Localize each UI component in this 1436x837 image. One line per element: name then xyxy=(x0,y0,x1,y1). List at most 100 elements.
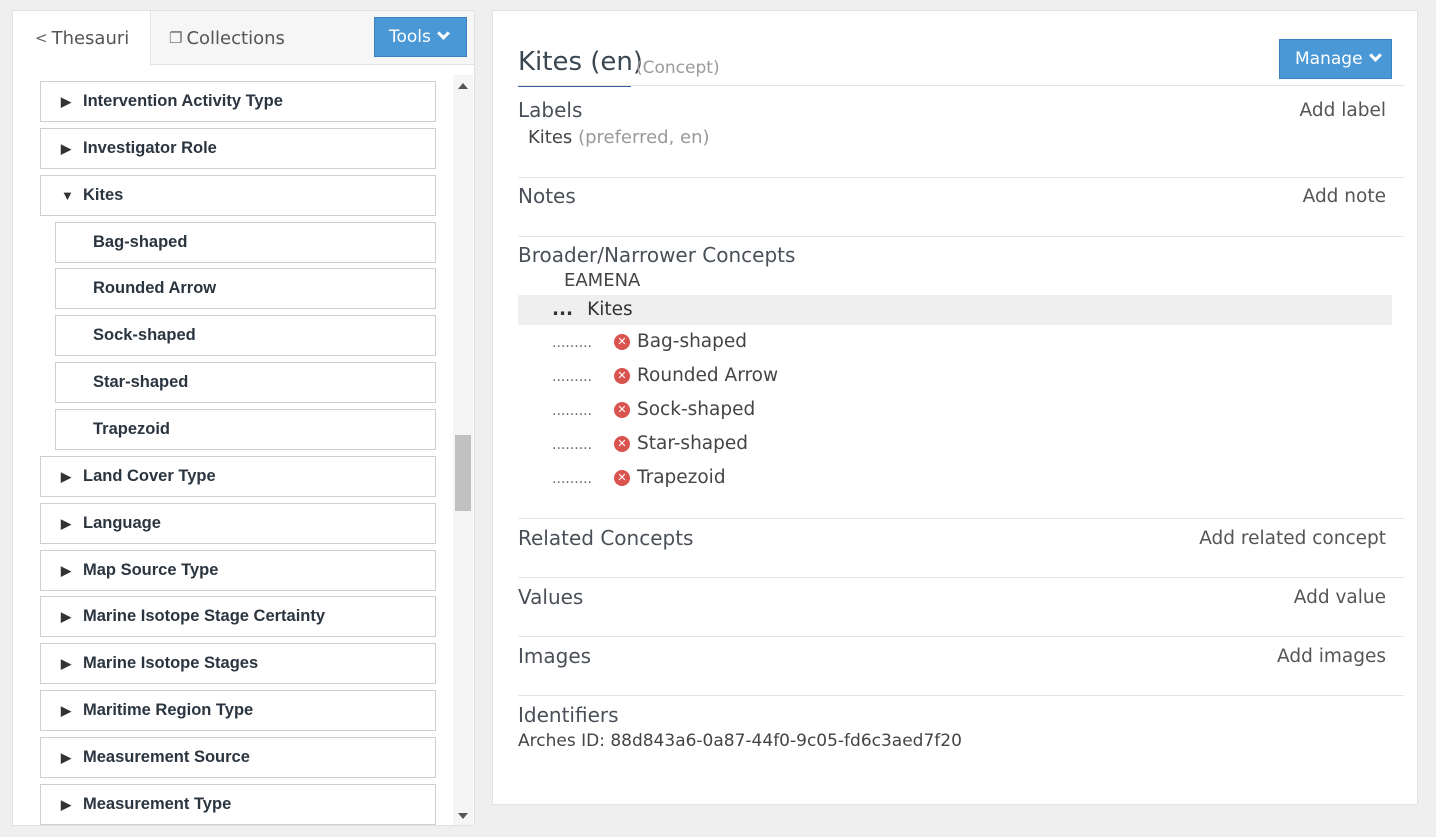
caret-right-icon[interactable]: ▶ xyxy=(61,82,83,121)
narrower-concept-name[interactable]: Trapezoid xyxy=(637,467,726,488)
concept-title: Kites (en) xyxy=(518,47,644,77)
tree-node-label: Trapezoid xyxy=(93,419,171,438)
tree-node[interactable]: ▶ Map Source Type xyxy=(40,549,436,591)
identifiers-heading: Identifiers xyxy=(518,703,619,727)
tree-node[interactable]: ▶ Language xyxy=(40,502,436,544)
caret-right-icon[interactable]: ▶ xyxy=(61,551,83,590)
tab-collections[interactable]: ❐ Collections xyxy=(165,11,285,65)
tree-node[interactable]: ▶ Measurement Source xyxy=(40,736,436,778)
tree-node-label: Map Source Type xyxy=(83,560,219,579)
broader-concept-eamena[interactable]: EAMENA xyxy=(564,270,640,291)
images-heading: Images xyxy=(518,644,592,668)
tree-scrollbar[interactable] xyxy=(453,75,473,825)
concept-type: (Concept) xyxy=(636,58,720,78)
narrower-concept-name[interactable]: Rounded Arrow xyxy=(637,365,778,386)
tab-thesauri-label: Thesauri xyxy=(51,28,130,49)
remove-icon[interactable]: ✕ xyxy=(614,469,630,486)
tree-node[interactable]: ▶ Intervention Activity Type xyxy=(40,81,436,122)
tree-node-label: Marine Isotope Stage Certainty xyxy=(83,607,326,626)
remove-icon[interactable]: ✕ xyxy=(614,401,630,418)
hierarchy-dots: ......... xyxy=(552,402,593,419)
tree-node-label: Bag-shaped xyxy=(93,232,188,251)
add-value-link[interactable]: Add value xyxy=(1294,587,1386,608)
current-concept-name: Kites xyxy=(587,299,633,320)
label-qualifier: (preferred, en) xyxy=(578,127,710,148)
tree-node[interactable]: ▼ Kites xyxy=(40,174,436,216)
tree-child-node[interactable]: Trapezoid xyxy=(55,408,436,450)
hierarchy-dots: ......... xyxy=(552,470,593,487)
tree-child-node[interactable]: Rounded Arrow xyxy=(55,268,436,310)
narrower-concept-row: ......... ✕ Sock-shaped xyxy=(552,395,755,425)
preferred-label: Kites (preferred, en) xyxy=(528,127,710,148)
narrower-concept-name[interactable]: Star-shaped xyxy=(637,433,748,454)
arches-id: Arches ID: 88d843a6-0a87-44f0-9c05-fd6c3… xyxy=(518,731,962,751)
divider xyxy=(518,636,1404,637)
tab-thesauri[interactable]: < Thesauri xyxy=(13,11,151,66)
scroll-down-icon[interactable] xyxy=(458,813,468,819)
caret-down-icon[interactable]: ▼ xyxy=(61,176,83,215)
caret-right-icon[interactable]: ▶ xyxy=(61,129,83,168)
add-note-link[interactable]: Add note xyxy=(1303,186,1386,207)
chevron-down-icon xyxy=(1368,49,1382,62)
caret-right-icon[interactable]: ▶ xyxy=(61,457,83,496)
tree-node-label: Kites xyxy=(83,185,124,204)
caret-right-icon[interactable]: ▶ xyxy=(61,691,83,730)
remove-icon[interactable]: ✕ xyxy=(614,367,630,384)
values-heading: Values xyxy=(518,585,584,609)
caret-right-icon[interactable]: ▶ xyxy=(61,785,83,824)
narrower-concept-row: ......... ✕ Rounded Arrow xyxy=(552,361,778,391)
tree-child-node[interactable]: Sock-shaped xyxy=(55,315,436,357)
caret-right-icon[interactable]: ▶ xyxy=(61,644,83,683)
label-text: Kites xyxy=(528,127,573,148)
tree-node[interactable]: ▶ Maritime Region Type xyxy=(40,690,436,732)
tree-child-node[interactable]: Bag-shaped xyxy=(55,221,436,263)
caret-right-icon[interactable]: ▶ xyxy=(61,738,83,777)
narrower-concept-row: ......... ✕ Bag-shaped xyxy=(552,327,747,357)
tree-child-node[interactable]: Star-shaped xyxy=(55,362,436,404)
add-label-link[interactable]: Add label xyxy=(1300,100,1386,121)
tree-node-label: Marine Isotope Stages xyxy=(83,654,259,673)
remove-icon[interactable]: ✕ xyxy=(614,334,630,350)
tree-node-label: Intervention Activity Type xyxy=(83,92,283,110)
tree-node-label: Language xyxy=(83,513,161,532)
caret-right-icon[interactable]: ▶ xyxy=(61,597,83,636)
remove-icon[interactable]: ✕ xyxy=(614,435,630,452)
chevron-down-icon xyxy=(437,27,450,40)
tree-node-label: Investigator Role xyxy=(83,138,217,157)
add-images-link[interactable]: Add images xyxy=(1277,646,1386,667)
caret-right-icon[interactable]: ▶ xyxy=(61,504,83,543)
tree-node-label: Measurement Type xyxy=(83,794,232,813)
divider xyxy=(518,577,1404,578)
narrower-concept-row: ......... ✕ Star-shaped xyxy=(552,429,748,459)
tree-node[interactable]: ▶ Measurement Type xyxy=(40,783,436,825)
tools-button-label: Tools xyxy=(389,27,431,47)
tree-node-label: Star-shaped xyxy=(93,373,189,392)
tree-node[interactable]: ▶ Land Cover Type xyxy=(40,455,436,497)
tab-collections-label: Collections xyxy=(186,28,285,49)
manage-button[interactable]: Manage xyxy=(1279,39,1392,79)
tree-node-label: Maritime Region Type xyxy=(83,701,254,720)
tree-node[interactable]: ▶ Marine Isotope Stages xyxy=(40,643,436,685)
scrollbar-thumb[interactable] xyxy=(455,435,471,511)
tree-node-label: Rounded Arrow xyxy=(93,279,217,298)
concept-tree: ▶ Intervention Activity Type ▶ Investigator… xyxy=(13,65,453,825)
tools-button[interactable]: Tools xyxy=(374,17,467,57)
manage-button-label: Manage xyxy=(1295,49,1363,69)
add-related-concept-link[interactable]: Add related concept xyxy=(1199,528,1386,549)
scroll-up-icon[interactable] xyxy=(458,83,468,89)
share-icon: < xyxy=(35,29,48,47)
labels-heading: Labels xyxy=(518,98,583,122)
divider xyxy=(518,177,1404,178)
hierarchy-dots: ......... xyxy=(552,436,593,453)
divider xyxy=(518,518,1404,519)
tree-node[interactable]: ▶ Investigator Role xyxy=(40,127,436,169)
related-concepts-heading: Related Concepts xyxy=(518,526,694,550)
panel-tabbar: < Thesauri ❐ Collections Tools xyxy=(13,11,474,66)
narrower-concept-row: ......... ✕ Trapezoid xyxy=(552,463,726,493)
narrower-concept-name[interactable]: Sock-shaped xyxy=(637,399,755,420)
hierarchy-dots: ......... xyxy=(552,335,593,351)
copy-icon: ❐ xyxy=(169,29,183,47)
tree-node[interactable]: ▶ Marine Isotope Stage Certainty xyxy=(40,596,436,638)
narrower-concept-name[interactable]: Bag-shaped xyxy=(637,331,747,352)
thesauri-panel: < Thesauri ❐ Collections Tools ▶ Interventi… xyxy=(12,10,475,826)
